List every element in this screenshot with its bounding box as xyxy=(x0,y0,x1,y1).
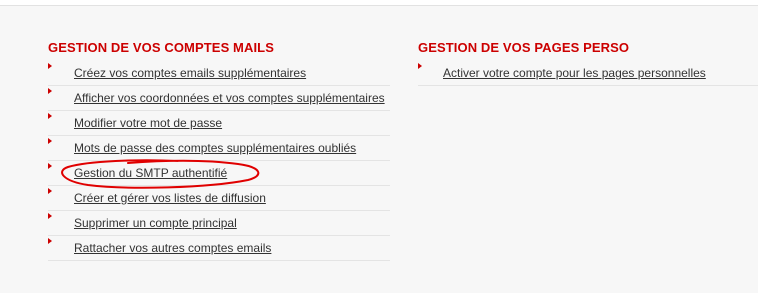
show-details-link[interactable]: Afficher vos coordonnées et vos comptes … xyxy=(74,91,385,105)
mail-links-list: Créez vos comptes emails supplémentaires… xyxy=(48,61,390,261)
list-item: Modifier votre mot de passe xyxy=(48,111,390,136)
bullet-arrow-icon xyxy=(48,63,52,69)
bullet-arrow-icon xyxy=(48,188,52,194)
pages-links-list: Activer votre compte pour les pages pers… xyxy=(418,61,758,86)
link-other-accounts-link[interactable]: Rattacher vos autres comptes emails xyxy=(74,241,271,255)
mailing-lists-link[interactable]: Créer et gérer vos listes de diffusion xyxy=(74,191,266,205)
bullet-arrow-icon xyxy=(48,238,52,244)
list-item: Supprimer un compte principal xyxy=(48,211,390,236)
list-item: Rattacher vos autres comptes emails xyxy=(48,236,390,261)
forgotten-passwords-link[interactable]: Mots de passe des comptes supplémentaire… xyxy=(74,141,356,155)
activate-personal-pages-link[interactable]: Activer votre compte pour les pages pers… xyxy=(443,66,706,80)
bullet-arrow-icon xyxy=(48,163,52,169)
list-item: Gestion du SMTP authentifié xyxy=(48,161,390,186)
personal-pages-section: GESTION DE VOS PAGES PERSO Activer votre… xyxy=(418,40,758,86)
change-password-link[interactable]: Modifier votre mot de passe xyxy=(74,116,222,130)
pages-section-title: GESTION DE VOS PAGES PERSO xyxy=(418,40,630,55)
create-email-accounts-link[interactable]: Créez vos comptes emails supplémentaires xyxy=(74,66,306,80)
bullet-arrow-icon xyxy=(48,138,52,144)
list-item: Mots de passe des comptes supplémentaire… xyxy=(48,136,390,161)
bullet-arrow-icon xyxy=(48,213,52,219)
smtp-auth-link[interactable]: Gestion du SMTP authentifié xyxy=(74,166,227,180)
mail-section-title: GESTION DE VOS COMPTES MAILS xyxy=(48,40,274,55)
list-item: Activer votre compte pour les pages pers… xyxy=(418,61,758,86)
bullet-arrow-icon xyxy=(48,113,52,119)
list-item: Afficher vos coordonnées et vos comptes … xyxy=(48,86,390,111)
list-item: Créez vos comptes emails supplémentaires xyxy=(48,61,390,86)
mail-accounts-section: GESTION DE VOS COMPTES MAILS Créez vos c… xyxy=(48,40,390,261)
top-bar xyxy=(0,0,758,6)
bullet-arrow-icon xyxy=(418,63,422,69)
bullet-arrow-icon xyxy=(48,88,52,94)
delete-main-account-link[interactable]: Supprimer un compte principal xyxy=(74,216,237,230)
list-item: Créer et gérer vos listes de diffusion xyxy=(48,186,390,211)
